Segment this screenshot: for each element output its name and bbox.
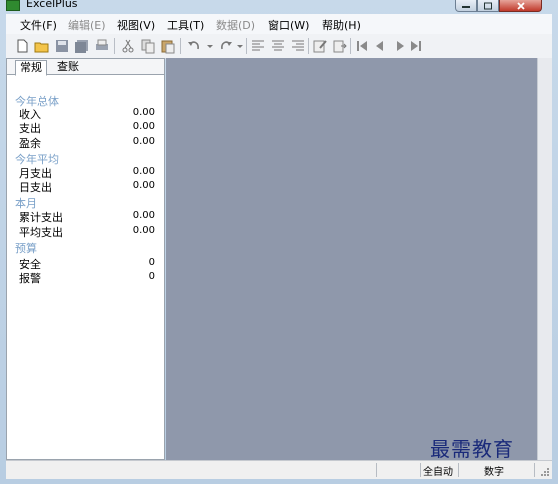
close-icon — [516, 1, 525, 10]
cut-icon[interactable] — [120, 38, 136, 54]
last-icon[interactable] — [408, 38, 424, 54]
print-icon[interactable] — [94, 38, 110, 54]
minimize-button[interactable] — [455, 0, 477, 12]
row-value-surplus: 0.00 — [132, 136, 155, 147]
status-divider — [534, 463, 535, 477]
menu-edit[interactable]: 编辑(E) — [68, 17, 106, 33]
undo-dropdown-icon[interactable] — [202, 38, 218, 54]
resize-grip-icon[interactable] — [540, 467, 550, 477]
align-right-icon[interactable] — [290, 38, 306, 54]
row-value-daily-expense: 0.00 — [132, 180, 155, 191]
row-value-average-expense: 0.00 — [132, 225, 155, 236]
row-label-daily-expense: 日支出 — [19, 181, 52, 194]
new-icon[interactable] — [14, 38, 30, 54]
next-icon[interactable] — [392, 38, 408, 54]
edit-icon[interactable] — [312, 38, 328, 54]
prev-icon[interactable] — [372, 38, 388, 54]
status-mode: 全自动 — [423, 467, 453, 478]
status-divider — [458, 463, 459, 477]
open-icon[interactable] — [34, 38, 50, 54]
toolbar-separator — [114, 38, 115, 54]
window-title: ExcelPlus — [26, 0, 78, 10]
undo-icon[interactable] — [186, 38, 202, 54]
row-label-cumulative-expense: 累计支出 — [19, 211, 63, 224]
row-value-safe: 0 — [148, 257, 155, 268]
row-value-expense: 0.00 — [132, 121, 155, 132]
save-icon[interactable] — [54, 38, 70, 54]
close-button[interactable] — [499, 0, 542, 12]
mdi-workspace[interactable] — [166, 58, 537, 460]
title-bar[interactable]: ExcelPlus — [0, 0, 558, 12]
status-numlock: 数字 — [484, 467, 504, 478]
watermark-text: 最需教育 — [430, 437, 514, 461]
menu-help[interactable]: 帮助(H) — [322, 17, 361, 33]
menu-window[interactable]: 窗口(W) — [268, 17, 309, 33]
toolbar-separator — [180, 38, 181, 54]
row-label-surplus: 盈余 — [19, 137, 41, 150]
toolbar-separator — [308, 38, 309, 54]
align-center-icon[interactable] — [270, 38, 286, 54]
tab-audit[interactable]: 查账 — [53, 60, 83, 74]
row-value-cumulative-expense: 0.00 — [132, 210, 155, 221]
paste-icon[interactable] — [160, 38, 176, 54]
align-left-icon[interactable] — [250, 38, 266, 54]
summary-panel: 常规 查账 今年总体 收入 0.00 支出 0.00 盈余 0.00 今年平均 … — [6, 58, 165, 460]
status-bar: 全自动 数字 — [6, 460, 552, 479]
toolbar — [6, 34, 552, 59]
row-value-income: 0.00 — [132, 107, 155, 118]
minimize-icon — [462, 5, 470, 8]
row-label-expense: 支出 — [19, 122, 41, 135]
menu-bar: 文件(F) 编辑(E) 视图(V) 工具(T) 数据(D) 窗口(W) 帮助(H… — [6, 14, 552, 34]
menu-view[interactable]: 视图(V) — [117, 17, 155, 33]
toolbar-separator — [350, 38, 351, 54]
section-budget: 预算 — [15, 242, 37, 255]
status-divider — [420, 463, 421, 477]
toolbar-separator — [246, 38, 247, 54]
row-value-monthly-expense: 0.00 — [132, 166, 155, 177]
app-window: ExcelPlus 文件(F) 编辑(E) 视图(V) 工具(T) 数据(D) … — [0, 0, 558, 484]
row-label-alarm: 报警 — [19, 272, 41, 285]
status-divider — [376, 463, 377, 477]
maximize-icon — [484, 2, 492, 9]
maximize-button[interactable] — [477, 0, 499, 12]
row-label-average-expense: 平均支出 — [19, 226, 63, 239]
first-icon[interactable] — [354, 38, 370, 54]
row-value-alarm: 0 — [148, 271, 155, 282]
copy-icon[interactable] — [140, 38, 156, 54]
panel-tabs: 常规 查账 — [7, 59, 164, 76]
menu-data[interactable]: 数据(D) — [216, 17, 255, 33]
menu-tools[interactable]: 工具(T) — [167, 17, 204, 33]
excel-app-icon — [6, 0, 20, 11]
tab-general[interactable]: 常规 — [15, 60, 47, 76]
menu-file[interactable]: 文件(F) — [20, 17, 57, 33]
vertical-scrollbar[interactable] — [537, 58, 552, 460]
save-all-icon[interactable] — [74, 38, 90, 54]
export-icon[interactable] — [332, 38, 348, 54]
